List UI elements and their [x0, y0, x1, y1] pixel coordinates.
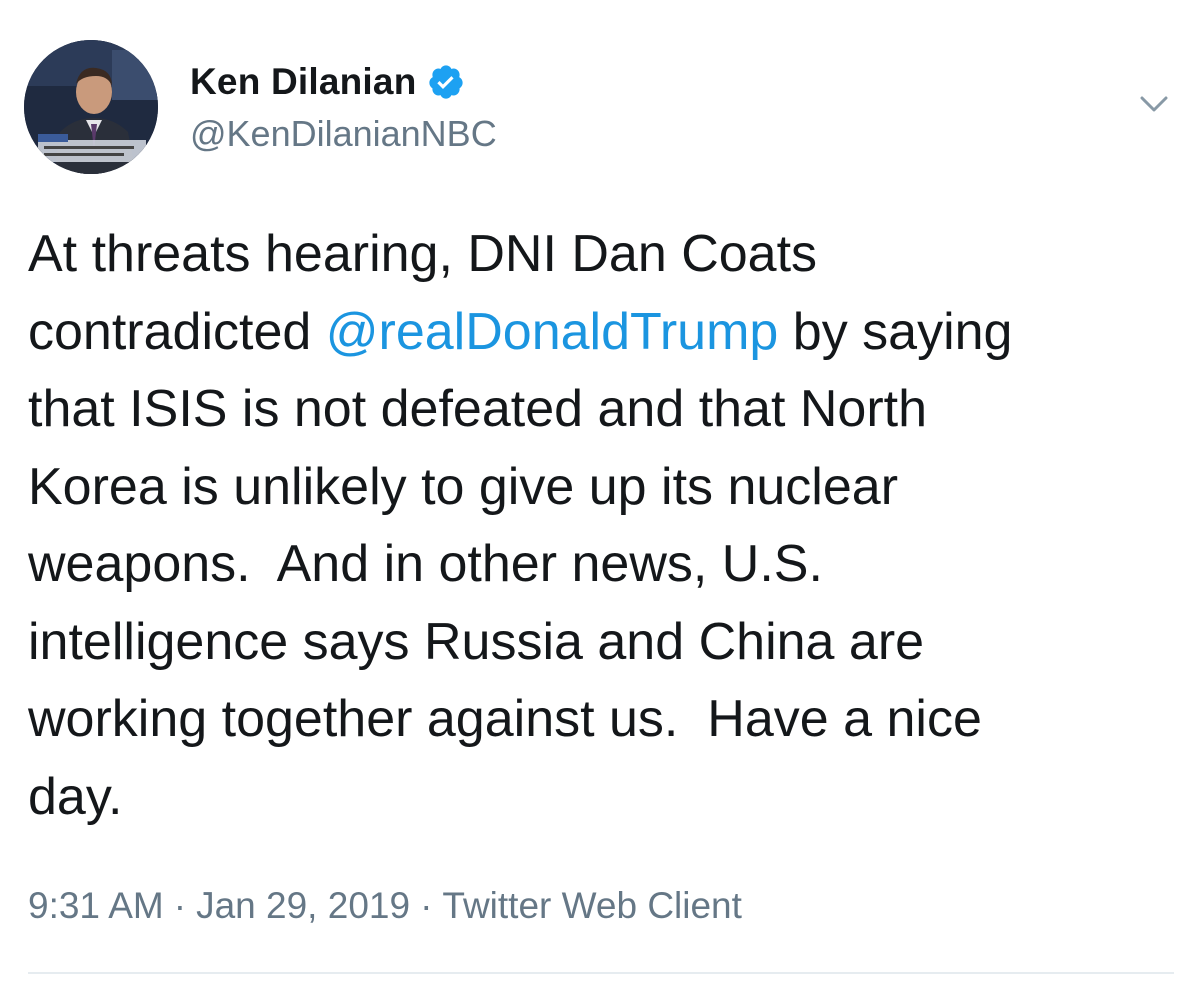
tweet-text-span: working together against us. Have a nice [28, 690, 982, 748]
mention-link[interactable]: @realDonaldTrump [326, 303, 779, 361]
tweet-text-span: day. [28, 767, 123, 826]
tweet-text-span: contradicted [28, 302, 326, 361]
tweet-line: Korea is unlikely to give up its nuclear [28, 449, 1178, 527]
author-display-name[interactable]: Ken Dilanian [190, 58, 417, 106]
profile-photo [24, 40, 158, 174]
tweet-line: day. [28, 759, 1178, 837]
tweet-text: At threats hearing, DNI Dan Coats contra… [28, 216, 1178, 836]
tweet-text-span: Korea is unlikely to give up its nuclear [28, 457, 899, 516]
author-header: Ken Dilanian [190, 58, 465, 106]
meta-separator: · [420, 885, 433, 926]
tweet-text-span: At threats hearing, DNI Dan Coats [28, 225, 818, 283]
tweet-line: contradicted @realDonaldTrump by saying [28, 294, 1178, 372]
tweet-text-span: that ISIS is not defeated and that North [28, 380, 928, 438]
tweet-line: that ISIS is not defeated and that North [28, 371, 1178, 449]
author-avatar[interactable] [24, 40, 158, 174]
tweet-text-span: intelligence says Russia and China are [28, 612, 925, 671]
tweet-source-client[interactable]: Twitter Web Client [442, 885, 742, 926]
tweet-date[interactable]: Jan 29, 2019 [196, 885, 410, 926]
tweet-line: weapons. And in other news, U.S. [28, 526, 1178, 604]
author-handle[interactable]: @KenDilanianNBC [190, 110, 497, 158]
tweet-text-span: weapons. And in other news, U.S. [28, 535, 823, 593]
tweet-metadata: 9:31 AM · Jan 29, 2019 · Twitter Web Client [28, 878, 742, 934]
tweet-text-span: by saying [778, 302, 1013, 361]
tweet-line: intelligence says Russia and China are [28, 604, 1178, 682]
verified-badge-icon [427, 63, 465, 101]
tweet-card: Ken Dilanian @KenDilanianNBC At threats … [0, 0, 1200, 987]
chevron-down-icon[interactable] [1136, 86, 1172, 122]
tweet-line: working together against us. Have a nice [28, 681, 1178, 759]
divider [28, 972, 1174, 974]
tweet-line: At threats hearing, DNI Dan Coats [28, 216, 1178, 294]
meta-separator: · [173, 885, 187, 926]
tweet-timestamp[interactable]: 9:31 AM [28, 885, 164, 926]
